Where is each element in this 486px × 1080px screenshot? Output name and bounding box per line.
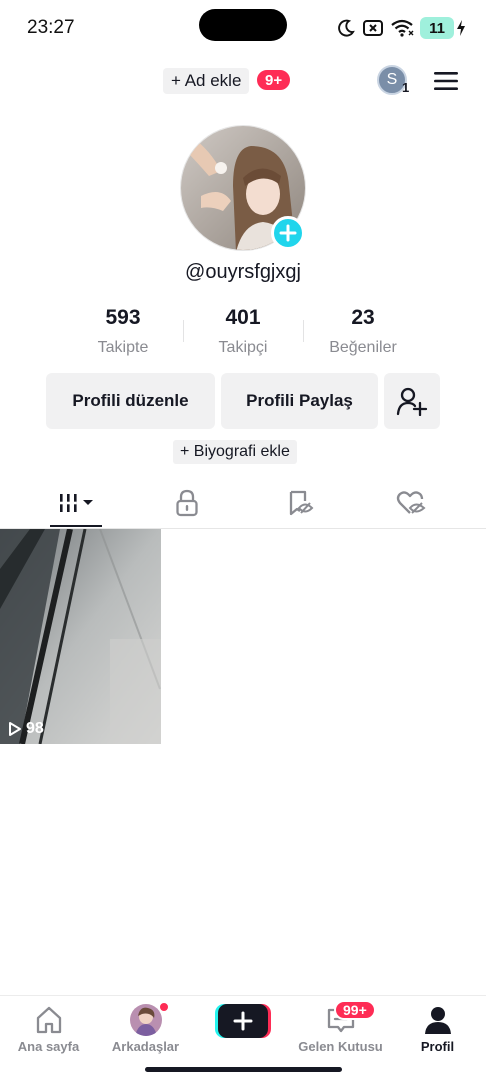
tab-videos[interactable]	[16, 478, 137, 528]
nav-label: Ana sayfa	[17, 1039, 80, 1054]
add-name-button[interactable]: + Ad ekle	[163, 68, 250, 94]
heart-eye-icon	[396, 491, 426, 514]
lock-icon	[175, 489, 198, 517]
active-tab-indicator	[50, 525, 102, 527]
create-plus-icon	[215, 1004, 271, 1038]
status-bar: 23:27 11	[0, 0, 486, 56]
tab-liked[interactable]	[350, 478, 471, 528]
bookmark-eye-icon	[289, 490, 313, 516]
view-count: 98	[8, 720, 44, 738]
view-count-value: 98	[26, 720, 44, 737]
stat-likes[interactable]: 23 Beğeniler	[303, 306, 423, 357]
tab-saved[interactable]	[239, 478, 360, 528]
tab-private[interactable]	[126, 478, 247, 528]
stat-label: Beğeniler	[329, 339, 397, 356]
nav-label: Arkadaşlar	[111, 1039, 180, 1054]
username: @ouyrsfgjxgj	[185, 261, 301, 283]
video-thumbnail-image	[0, 529, 161, 744]
stat-followers[interactable]: 401 Takipçi	[183, 306, 303, 357]
sim-off-icon	[363, 20, 383, 36]
battery-indicator: 11	[420, 17, 466, 39]
nav-label: Profil	[420, 1039, 455, 1054]
stat-value: 593	[105, 306, 141, 329]
notification-badge[interactable]: 9+	[255, 68, 293, 92]
dynamic-island	[199, 9, 287, 41]
stat-following[interactable]: 593 Takipte	[63, 306, 183, 357]
moon-icon	[338, 19, 355, 37]
inbox-badge: 99+	[334, 1000, 376, 1020]
status-time: 23:27	[27, 17, 75, 38]
nav-label: Gelen Kutusu	[298, 1039, 383, 1054]
status-icons: 11	[336, 16, 466, 40]
stat-label: Takipte	[97, 339, 149, 356]
add-bio-button[interactable]: + Biyografi ekle	[173, 440, 297, 464]
friends-notification-dot	[159, 1002, 169, 1012]
plus-icon	[279, 224, 297, 242]
home-icon	[36, 1006, 61, 1034]
profile-tabs	[0, 478, 486, 529]
charging-icon	[457, 20, 465, 36]
create-button[interactable]	[215, 1004, 271, 1038]
account-count: 1	[402, 80, 410, 95]
friends-avatar	[129, 1004, 162, 1036]
grid-bars-icon	[59, 494, 93, 512]
stat-value: 23	[351, 306, 375, 329]
stat-value: 401	[225, 306, 261, 329]
profile-icon	[424, 1007, 451, 1034]
edit-profile-button[interactable]: Profili düzenle	[46, 373, 215, 429]
add-friend-button[interactable]	[384, 373, 440, 429]
menu-icon[interactable]	[432, 70, 460, 92]
account-initial: S	[386, 71, 398, 88]
nav-home[interactable]: Ana sayfa	[0, 1004, 97, 1054]
battery-level: 11	[420, 17, 454, 39]
share-profile-button[interactable]: Profili Paylaş	[221, 373, 378, 429]
nav-friends[interactable]: Arkadaşlar	[97, 1002, 194, 1054]
wifi-icon	[391, 19, 414, 37]
add-avatar-button[interactable]	[271, 216, 305, 250]
nav-profile[interactable]: Profil	[389, 1004, 486, 1054]
video-thumbnail[interactable]: 98	[0, 529, 161, 744]
play-icon	[9, 722, 21, 736]
stat-label: Takipçi	[218, 339, 268, 356]
add-person-icon	[396, 387, 428, 416]
home-indicator	[145, 1067, 342, 1072]
